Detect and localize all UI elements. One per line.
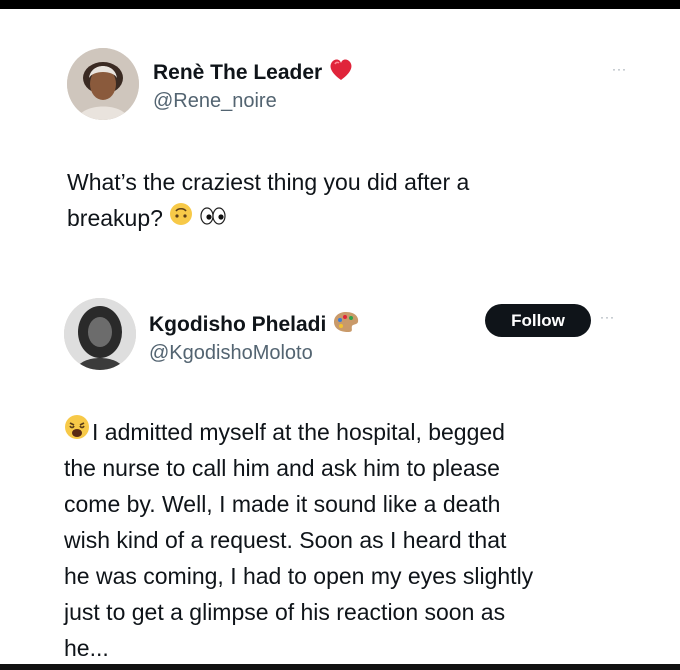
upside-down-face-icon bbox=[169, 200, 193, 236]
tweet-text-line: come by. Well, I made it sound like a de… bbox=[64, 491, 501, 517]
avatar[interactable] bbox=[64, 298, 136, 370]
more-options-icon[interactable]: ··· bbox=[612, 63, 627, 75]
tweet-text-line: What’s the craziest thing you did after … bbox=[67, 169, 470, 195]
tweet-text-line: I admitted myself at the hospital, begge… bbox=[92, 419, 505, 445]
tweet-text-line: the nurse to call him and ask him to ple… bbox=[64, 455, 500, 481]
tweet-text: I admitted myself at the hospital, begge… bbox=[64, 414, 664, 666]
bottom-edge-bar bbox=[0, 664, 680, 670]
artist-palette-icon bbox=[332, 310, 360, 340]
tweet-text-line: breakup? bbox=[67, 205, 163, 231]
eyes-icon bbox=[199, 200, 227, 236]
more-options-icon[interactable]: ··· bbox=[600, 311, 615, 323]
weary-face-icon bbox=[64, 414, 90, 450]
author-handle[interactable]: @KgodishoMoloto bbox=[149, 342, 313, 365]
tweet-text-line: just to get a glimpse of his reaction so… bbox=[64, 599, 506, 625]
tweet-text-line: he... bbox=[64, 635, 109, 661]
top-edge-bar bbox=[0, 0, 680, 9]
author-handle[interactable]: @Rene_noire bbox=[153, 90, 277, 113]
red-heart-icon bbox=[328, 58, 354, 88]
follow-button[interactable]: Follow bbox=[485, 304, 591, 337]
tweet-text-line: he was coming, I had to open my eyes sli… bbox=[64, 563, 534, 589]
author-name[interactable]: Renè The Leader bbox=[153, 58, 354, 88]
tweet-text: What’s the craziest thing you did after … bbox=[67, 164, 647, 236]
author-name[interactable]: Kgodisho Pheladi bbox=[149, 310, 360, 340]
avatar[interactable] bbox=[67, 48, 139, 120]
tweet-text-line: wish kind of a request. Soon as I heard … bbox=[64, 527, 507, 553]
